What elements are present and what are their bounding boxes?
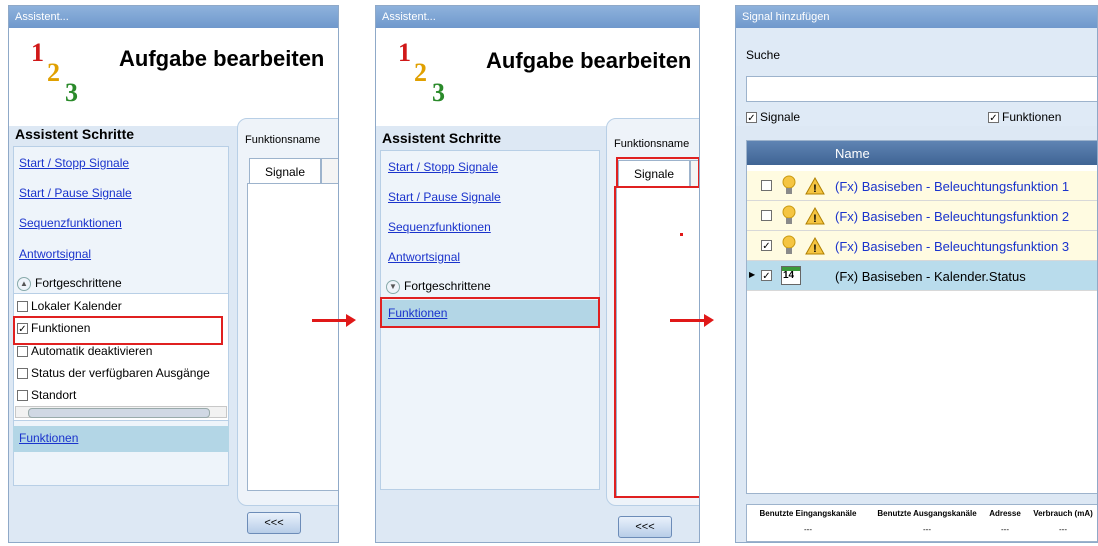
window-title: Assistent...: [9, 6, 338, 28]
add-signal-dialog: Signal hinzufügen Suche ✓ Signale ✓ Funkti…: [735, 5, 1098, 543]
footer-value-output-channels: ---: [923, 525, 931, 534]
step-number-2: 2: [414, 58, 427, 87]
footer-header-consumption: Verbrauch (mA): [1033, 509, 1093, 518]
highlight-functions-option: [13, 316, 223, 345]
function-name-label: Funktionsname: [614, 138, 690, 150]
option-location[interactable]: Standort: [17, 388, 76, 402]
advanced-label: Fortgeschrittene: [35, 276, 122, 290]
step-link-functions[interactable]: Funktionen: [19, 431, 78, 445]
highlight-signals-tab: [616, 157, 699, 189]
wizard-window-2: Assistent... 1 2 3 Aufgabe bearbeiten As…: [375, 5, 700, 543]
option-local-calendar[interactable]: Lokaler Kalender: [17, 299, 122, 313]
svg-text:!: !: [813, 213, 817, 225]
table-row[interactable]: ▶ ✓ 14 (Fx) Basiseben - Kalender.Status: [747, 261, 1097, 291]
search-input[interactable]: [746, 76, 1097, 102]
steps-title: Assistent Schritte: [382, 130, 502, 146]
step-link-start-stop[interactable]: Start / Stopp Signale: [19, 156, 129, 170]
step-number-3: 3: [432, 78, 445, 107]
footer-value-address: ---: [1001, 525, 1009, 534]
tab-content: [247, 183, 338, 491]
wizard-window-1: Assistent... 1 2 3 Aufgabe bearbeiten As…: [8, 5, 339, 543]
page-title: Aufgabe bearbeiten: [119, 46, 325, 71]
search-label: Suche: [746, 48, 781, 62]
signal-grid: Name ! (Fx) Basiseben - Beleuchtungsfunk…: [746, 140, 1097, 494]
svg-text:!: !: [813, 183, 817, 195]
advanced-label: Fortgeschrittene: [404, 279, 491, 293]
step-number-2: 2: [47, 58, 60, 87]
row-checkbox[interactable]: [761, 210, 772, 221]
status-footer: Benutzte Eingangskanäle Benutzte Ausgang…: [746, 504, 1097, 542]
horizontal-scrollbar[interactable]: [15, 406, 227, 418]
row-checkbox[interactable]: [761, 180, 772, 191]
red-marker: [680, 233, 683, 236]
checkbox[interactable]: ✓: [746, 112, 757, 124]
advanced-toggle[interactable]: ▼ Fortgeschrittene: [386, 279, 491, 294]
warning-icon: !: [805, 207, 825, 225]
highlight-functions-step: [380, 297, 600, 328]
checkbox[interactable]: [17, 346, 28, 358]
checkbox[interactable]: [17, 390, 28, 402]
back-button[interactable]: <<<: [247, 512, 301, 534]
advanced-toggle[interactable]: ▲ Fortgeschrittene: [17, 276, 122, 291]
checkbox[interactable]: ✓: [988, 112, 999, 124]
scroll-thumb[interactable]: [28, 408, 210, 418]
table-row[interactable]: ! (Fx) Basiseben - Beleuchtungsfunktion …: [747, 171, 1097, 201]
step-number-1: 1: [31, 38, 44, 67]
warning-icon: !: [805, 237, 825, 255]
bulb-icon: [782, 235, 796, 254]
chevron-down-icon: ▼: [386, 279, 400, 294]
option-output-status[interactable]: Status der verfügbaren Ausgänge: [17, 366, 227, 380]
row-indicator-icon: ▶: [749, 270, 756, 279]
footer-value-input-channels: ---: [804, 525, 812, 534]
filter-signals[interactable]: ✓ Signale: [746, 110, 800, 124]
step-link-sequence[interactable]: Sequenzfunktionen: [388, 220, 491, 234]
highlight-tab-content: [614, 186, 699, 498]
filter-functions[interactable]: ✓ Funktionen: [988, 110, 1061, 124]
row-name: (Fx) Basiseben - Beleuchtungsfunktion 1: [835, 179, 1070, 194]
window-title: Assistent...: [376, 6, 699, 28]
table-row[interactable]: ! (Fx) Basiseben - Beleuchtungsfunktion …: [747, 201, 1097, 231]
warning-icon: !: [805, 177, 825, 195]
arrow-right-1: [312, 314, 356, 327]
chevron-up-icon: ▲: [17, 276, 31, 291]
step-number-1: 1: [398, 38, 411, 67]
row-name: (Fx) Basiseben - Kalender.Status: [835, 269, 1026, 284]
step-link-response[interactable]: Antwortsignal: [19, 247, 91, 261]
row-checkbox[interactable]: ✓: [761, 270, 772, 282]
footer-header-address: Adresse: [989, 509, 1021, 518]
function-name-label: Funktionsname: [245, 134, 321, 146]
row-name: (Fx) Basiseben - Beleuchtungsfunktion 2: [835, 209, 1070, 224]
column-header-name[interactable]: Name: [835, 146, 870, 161]
bulb-icon: [782, 205, 796, 224]
tab-signals[interactable]: Signale: [249, 158, 321, 184]
tab-next[interactable]: [321, 158, 338, 184]
step-link-start-pause[interactable]: Start / Pause Signale: [388, 190, 501, 204]
dialog-title: Signal hinzufügen: [736, 6, 1097, 28]
calendar-icon: 14: [781, 266, 801, 285]
grid-header: Name: [747, 141, 1097, 165]
step-number-3: 3: [65, 78, 78, 107]
bulb-icon: [782, 175, 796, 194]
footer-header-input-channels: Benutzte Eingangskanäle: [759, 509, 857, 518]
header-area: 1 2 3 Aufgabe bearbeiten: [376, 28, 699, 126]
step-link-sequence[interactable]: Sequenzfunktionen: [19, 216, 122, 230]
step-link-start-pause[interactable]: Start / Pause Signale: [19, 186, 132, 200]
option-disable-automatic[interactable]: Automatik deaktivieren: [17, 344, 152, 358]
checkbox[interactable]: [17, 301, 28, 313]
calendar-day: 14: [783, 270, 795, 281]
row-name: (Fx) Basiseben - Beleuchtungsfunktion 3: [835, 239, 1070, 254]
arrow-right-2: [670, 314, 714, 327]
step-link-start-stop[interactable]: Start / Stopp Signale: [388, 160, 498, 174]
footer-value-consumption: ---: [1059, 525, 1067, 534]
steps-title: Assistent Schritte: [15, 126, 135, 142]
page-title: Aufgabe bearbeiten: [486, 48, 692, 73]
footer-header-output-channels: Benutzte Ausgangskanäle: [877, 509, 977, 518]
back-button[interactable]: <<<: [618, 516, 672, 538]
row-checkbox[interactable]: ✓: [761, 240, 772, 252]
table-row[interactable]: ✓ ! (Fx) Basiseben - Beleuchtungsfunktio…: [747, 231, 1097, 261]
header-area: 1 2 3 Aufgabe bearbeiten: [9, 28, 338, 126]
checkbox[interactable]: [17, 368, 28, 380]
step-link-response[interactable]: Antwortsignal: [388, 250, 460, 264]
svg-text:!: !: [813, 243, 817, 255]
